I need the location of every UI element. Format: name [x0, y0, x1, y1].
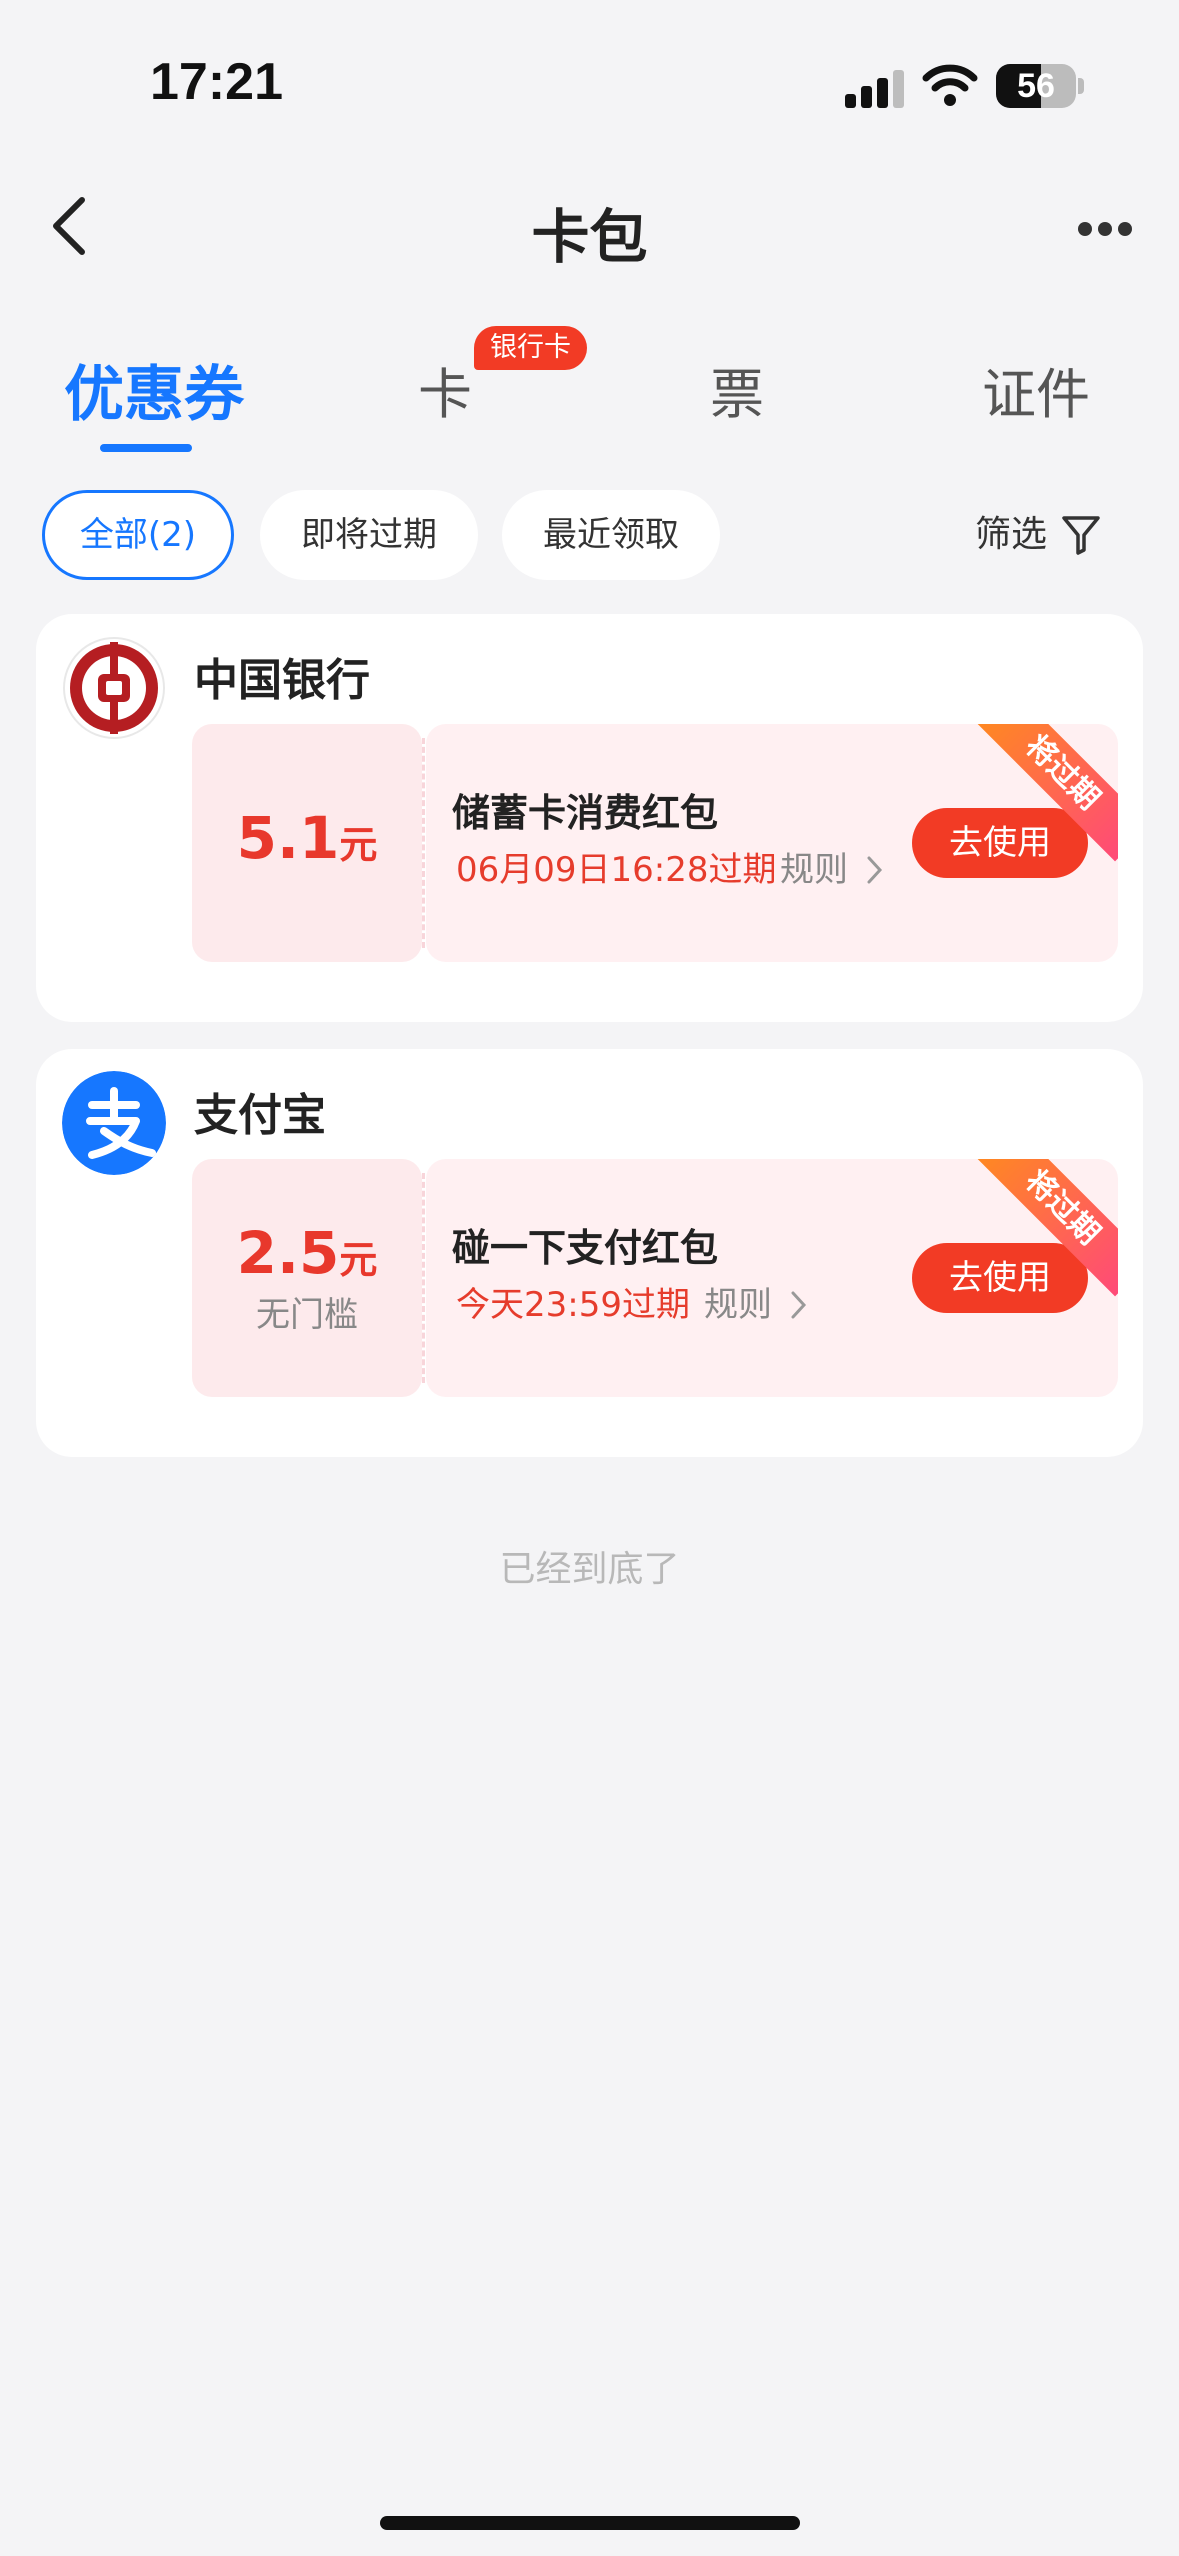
- coupon-title: 储蓄卡消费红包: [452, 791, 719, 835]
- amount-unit: 元: [339, 823, 378, 867]
- coupon-title: 碰一下支付红包: [452, 1226, 719, 1270]
- coupon-detail-panel: 储蓄卡消费红包 06月09日16:28过期 规则 去使用 将过期: [426, 724, 1118, 962]
- back-chevron-icon[interactable]: [40, 190, 110, 262]
- filter-label: 筛选: [975, 514, 1048, 555]
- coupon-threshold: 无门槛: [256, 1295, 358, 1335]
- coupon-amount: 5.1元: [192, 804, 422, 872]
- filter-button[interactable]: 筛选: [975, 490, 1100, 580]
- amount-value: 5.1: [236, 804, 340, 872]
- more-dots-icon[interactable]: [1078, 220, 1134, 242]
- tab-tickets[interactable]: 票: [710, 350, 764, 429]
- coupon-card: 支付宝 2.5元 无门槛 碰一下支付红包 今天23:59过期 规则 去使用 将过…: [36, 1049, 1143, 1457]
- battery-level: 56: [1017, 67, 1055, 105]
- status-time: 17:21: [150, 53, 283, 111]
- rules-link[interactable]: 规则: [704, 1277, 809, 1326]
- tab-ids[interactable]: 证件: [982, 350, 1090, 429]
- coupon-value-panel: 5.1元: [192, 724, 422, 962]
- rules-label: 规则: [704, 1285, 772, 1325]
- alipay-logo-icon: [62, 1071, 166, 1175]
- page-title: 卡包: [531, 203, 648, 271]
- chip-expiring[interactable]: 即将过期: [260, 490, 478, 580]
- use-button[interactable]: 去使用: [912, 1243, 1088, 1313]
- home-indicator[interactable]: [380, 2516, 800, 2530]
- filter-funnel-icon: [1062, 516, 1100, 555]
- tab-coupons[interactable]: 优惠券: [64, 346, 244, 433]
- coupon-card: 中国银行 5.1元 储蓄卡消费红包 06月09日16:28过期 规则 去使用 将…: [36, 614, 1143, 1022]
- issuer-name: 支付宝: [194, 1090, 326, 1141]
- status-bar: 17:21 56: [0, 0, 1179, 150]
- amount-unit: 元: [339, 1238, 378, 1282]
- coupon-detail-panel: 碰一下支付红包 今天23:59过期 规则 去使用 将过期: [426, 1159, 1118, 1397]
- chip-all[interactable]: 全部(2): [42, 490, 234, 580]
- battery-cap: [1078, 78, 1084, 94]
- coupon-amount: 2.5元: [192, 1219, 422, 1287]
- chevron-right-icon: [791, 1291, 806, 1319]
- bank-card-badge: 银行卡: [474, 326, 587, 370]
- rules-link[interactable]: 规则: [780, 842, 885, 891]
- wifi-icon: [922, 64, 978, 106]
- tab-bar: 优惠券 卡 银行卡 票 证件: [0, 300, 1179, 460]
- active-tab-indicator: [100, 444, 192, 452]
- coupon-value-panel: 2.5元 无门槛: [192, 1159, 422, 1397]
- chip-recent[interactable]: 最近领取: [502, 490, 720, 580]
- use-button[interactable]: 去使用: [912, 808, 1088, 878]
- boc-logo-icon: [63, 637, 165, 739]
- chevron-right-icon: [867, 856, 882, 884]
- coupon-expiry: 今天23:59过期: [456, 1285, 690, 1325]
- issuer-name: 中国银行: [194, 655, 370, 706]
- battery-icon: 56: [996, 64, 1076, 108]
- tab-cards[interactable]: 卡: [418, 350, 472, 429]
- cellular-signal-icon: [845, 68, 907, 108]
- coupon[interactable]: 2.5元 无门槛 碰一下支付红包 今天23:59过期 规则 去使用 将过期: [192, 1159, 1118, 1397]
- amount-value: 2.5: [236, 1219, 340, 1287]
- coupon-expiry: 06月09日16:28过期: [456, 850, 777, 890]
- rules-label: 规则: [780, 850, 848, 890]
- navigation-bar: 卡包: [0, 150, 1179, 300]
- filter-bar: 全部(2) 即将过期 最近领取 筛选: [0, 490, 1179, 582]
- end-of-list-text: 已经到底了: [499, 1549, 680, 1590]
- coupon[interactable]: 5.1元 储蓄卡消费红包 06月09日16:28过期 规则 去使用 将过期: [192, 724, 1118, 962]
